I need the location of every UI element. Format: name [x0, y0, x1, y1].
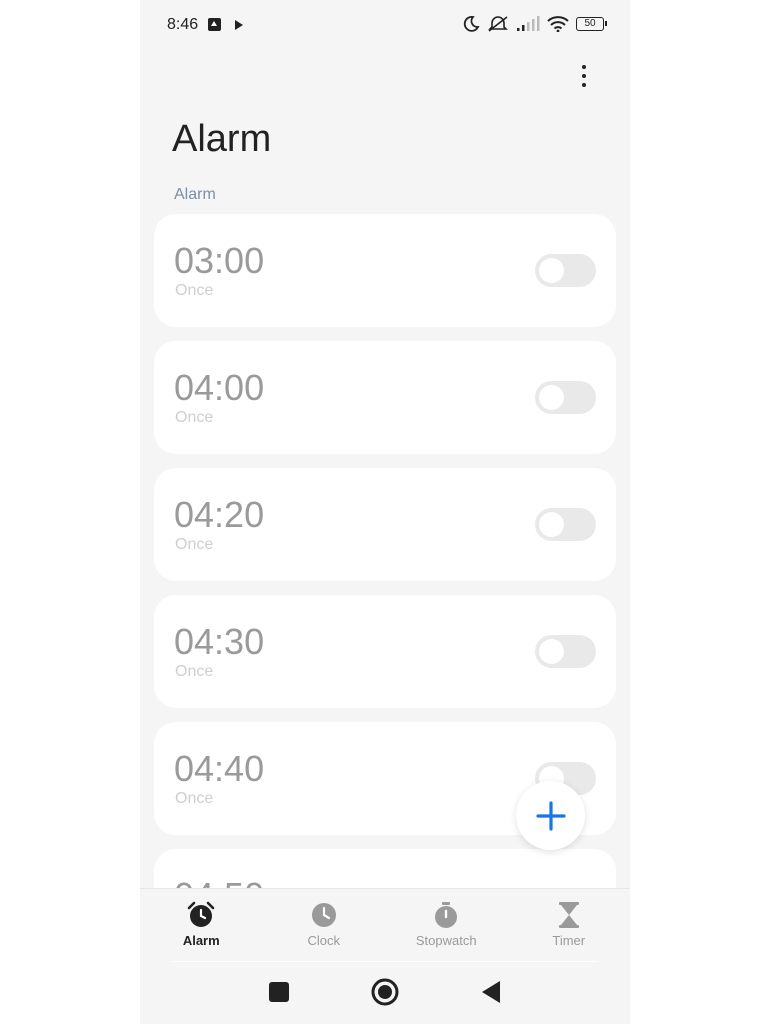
alarm-list: 03:00 Once 04:00 Once 04:20 Once 04:30 O…: [154, 214, 616, 976]
bottom-nav: Alarm Clock Stopwatch Timer: [140, 888, 630, 961]
more-options-icon[interactable]: [572, 62, 596, 90]
alarm-card[interactable]: 04:30 Once: [154, 595, 616, 708]
nav-label-stopwatch: Stopwatch: [415, 933, 477, 948]
stopwatch-icon: [435, 902, 458, 928]
alarm-time: 04:40: [174, 748, 265, 789]
home-icon[interactable]: [370, 977, 400, 1007]
section-label: Alarm: [174, 186, 216, 203]
alarm-repeat: Once: [175, 282, 214, 299]
battery-icon: 50: [576, 17, 607, 31]
upload-icon: [208, 18, 221, 31]
moon-icon: [463, 16, 480, 32]
alarm-toggle[interactable]: [535, 254, 596, 287]
play-icon: [235, 20, 243, 30]
nav-item-timer[interactable]: Timer: [508, 889, 631, 961]
alarm-card[interactable]: 04:20 Once: [154, 468, 616, 581]
alarm-repeat: Once: [175, 790, 214, 807]
alarm-toggle[interactable]: [535, 508, 596, 541]
mute-icon: [488, 16, 508, 32]
add-alarm-button[interactable]: [516, 781, 585, 850]
phone-screen: 8:46 50 Alarm Alarm 03:00 Once 04:00 Onc…: [140, 0, 630, 1024]
alarm-time: 04:30: [174, 621, 265, 662]
page-title: Alarm: [172, 118, 272, 160]
alarm-time: 03:00: [174, 240, 265, 281]
nav-item-clock[interactable]: Clock: [263, 889, 386, 961]
alarm-clock-icon: [187, 901, 215, 927]
status-time: 8:46: [167, 16, 199, 33]
alarm-repeat: Once: [175, 536, 214, 553]
alarm-toggle[interactable]: [535, 381, 596, 414]
wifi-icon: [547, 16, 569, 32]
signal-icon: [517, 16, 540, 31]
nav-item-stopwatch[interactable]: Stopwatch: [385, 889, 508, 961]
alarm-repeat: Once: [175, 663, 214, 680]
nav-label-alarm: Alarm: [182, 933, 220, 948]
recent-apps-icon[interactable]: [268, 981, 290, 1003]
alarm-toggle[interactable]: [535, 635, 596, 668]
clock-icon: [311, 903, 336, 927]
battery-level: 50: [584, 18, 596, 29]
alarm-card[interactable]: 03:00 Once: [154, 214, 616, 327]
nav-label-timer: Timer: [552, 933, 586, 948]
back-icon[interactable]: [480, 980, 502, 1004]
status-bar: 8:46 50: [140, 0, 630, 50]
status-icons: 50: [462, 15, 607, 33]
alarm-time: 04:00: [174, 367, 265, 408]
alarm-card[interactable]: 04:00 Once: [154, 341, 616, 454]
nav-item-alarm[interactable]: Alarm: [140, 889, 263, 961]
plus-icon: [535, 800, 566, 831]
hourglass-icon: [558, 902, 579, 928]
system-nav-bar: [140, 960, 630, 1024]
alarm-time: 04:20: [174, 494, 265, 535]
alarm-repeat: Once: [175, 409, 214, 426]
nav-label-clock: Clock: [307, 933, 340, 948]
